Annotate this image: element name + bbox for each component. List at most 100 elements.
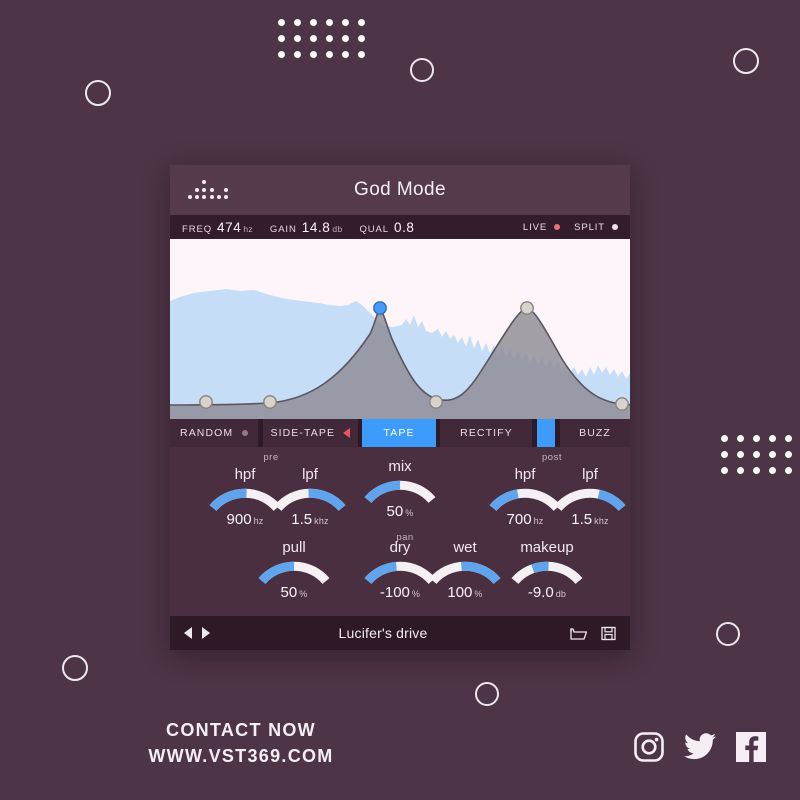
tab-rectify[interactable]: RECTIFY — [440, 419, 533, 447]
social-icons — [634, 732, 766, 762]
eq-node[interactable] — [199, 395, 213, 409]
knob-mix[interactable]: mix 50% — [363, 459, 437, 521]
knob-pre-hpf-label: hpf — [234, 466, 256, 483]
deco-circle-6 — [716, 622, 740, 646]
parameter-readout-bar: FREQ 474 hz GAIN 14.8 db QUAL 0.8 LIVE S… — [170, 215, 630, 239]
knob-pull-arc[interactable] — [257, 558, 331, 584]
knob-pull-unit: % — [299, 589, 308, 599]
knob-makeup-value: -9.0 — [527, 584, 554, 601]
deco-circle-3 — [733, 48, 759, 74]
status-split-label: SPLIT — [574, 221, 605, 233]
deco-circle-2 — [410, 58, 434, 82]
eq-node[interactable] — [429, 395, 443, 409]
knob-pre-lpf-arc[interactable] — [273, 485, 347, 511]
readout-freq-label: FREQ — [182, 223, 212, 235]
readout-gain-value: 14.8 — [301, 219, 331, 235]
tab-indicator-sliver[interactable] — [537, 419, 556, 447]
status-split[interactable]: SPLIT — [574, 222, 618, 233]
knob-post-lpf-label: lpf — [582, 466, 598, 483]
status-live-dot — [554, 224, 561, 230]
knob-makeup[interactable]: makeup -9.0 db — [510, 540, 584, 602]
deco-circle-4 — [62, 655, 88, 681]
knob-dry-value: -100 — [379, 584, 410, 601]
knob-mix-label: mix — [388, 458, 412, 475]
poster-canvas: God Mode FREQ 474 hz GAIN 14.8 db QUAL 0… — [0, 0, 800, 800]
eq-node[interactable] — [520, 301, 534, 315]
knob-pre-lpf-unit: khz — [314, 516, 329, 526]
tab-random[interactable]: RANDOM — [170, 419, 259, 447]
readout-freq-unit: hz — [243, 223, 253, 234]
deco-circle-5 — [475, 682, 499, 706]
dot-pyramid-logo-icon — [188, 178, 234, 202]
tab-label: RANDOM — [180, 427, 234, 439]
facebook-icon[interactable] — [736, 732, 766, 762]
knob-post-hpf-arc[interactable] — [488, 485, 562, 511]
tab-status-dot-icon — [242, 430, 249, 436]
readout-qual-value: 0.8 — [393, 219, 415, 235]
instagram-icon[interactable] — [634, 732, 664, 762]
knob-pre-hpf-value-row: 900 hz — [208, 512, 282, 529]
readout-gain[interactable]: GAIN 14.8 db — [270, 220, 343, 235]
knob-makeup-value-row: -9.0 db — [510, 585, 584, 602]
knob-dry[interactable]: dry -100% — [363, 540, 437, 602]
tab-buzz[interactable]: BUZZ — [560, 419, 630, 447]
knob-pre-hpf-unit: hz — [253, 516, 264, 526]
knob-pre-lpf[interactable]: lpf 1.5 khz — [273, 467, 347, 529]
knob-makeup-unit: db — [555, 589, 567, 599]
tab-tape[interactable]: TAPE — [362, 419, 436, 447]
knob-wet-label: wet — [453, 539, 477, 556]
knob-post-hpf-label: hpf — [514, 466, 536, 483]
group-pre-label: pre — [263, 452, 279, 463]
tab-label: BUZZ — [579, 427, 611, 439]
knob-mix-arc[interactable] — [363, 477, 437, 503]
knob-pull-value-row: 50% — [257, 585, 331, 602]
folder-open-icon[interactable] — [570, 626, 587, 641]
eq-node-active[interactable] — [373, 301, 387, 315]
knob-pull[interactable]: pull 50% — [257, 540, 331, 602]
knob-makeup-arc[interactable] — [510, 558, 584, 584]
knob-wet[interactable]: wet 100% — [428, 540, 502, 602]
knob-post-hpf[interactable]: hpf 700 hz — [488, 467, 562, 529]
group-post-label: post — [542, 452, 562, 463]
knob-pre-lpf-label: lpf — [302, 466, 318, 483]
eq-node[interactable] — [615, 397, 629, 411]
save-disk-icon[interactable] — [601, 626, 616, 641]
knob-wet-value: 100 — [447, 584, 473, 601]
status-split-dot — [612, 224, 618, 230]
knob-dry-value-row: -100% — [363, 585, 437, 602]
next-preset-button[interactable] — [202, 627, 210, 639]
plugin-title: God Mode — [354, 179, 446, 200]
knob-dry-arc[interactable] — [363, 558, 437, 584]
tab-label: TAPE — [383, 427, 415, 439]
knob-pre-hpf[interactable]: hpf 900 hz — [208, 467, 282, 529]
status-live[interactable]: LIVE — [523, 222, 561, 233]
knob-post-lpf-value-row: 1.5 khz — [553, 512, 627, 529]
readout-freq[interactable]: FREQ 474 hz — [182, 220, 253, 235]
knob-pull-value: 50 — [280, 584, 298, 601]
knob-dry-label: dry — [389, 539, 411, 556]
knob-pre-hpf-arc[interactable] — [208, 485, 282, 511]
knob-post-lpf[interactable]: lpf 1.5 khz — [553, 467, 627, 529]
plugin-window: God Mode FREQ 474 hz GAIN 14.8 db QUAL 0… — [170, 165, 630, 650]
readout-gain-label: GAIN — [269, 223, 297, 235]
knob-post-lpf-unit: khz — [594, 516, 609, 526]
prev-preset-button[interactable] — [184, 627, 192, 639]
knob-pre-lpf-value-row: 1.5 khz — [273, 512, 347, 529]
promo-line2: WWW.VST369.COM — [148, 746, 334, 766]
preset-name[interactable]: Lucifer's drive — [210, 625, 556, 641]
knob-mix-unit: % — [405, 508, 414, 518]
tab-side-tape[interactable]: SIDE-TAPE — [262, 419, 358, 447]
spectrum-analyzer-display[interactable] — [170, 239, 630, 419]
tab-label: SIDE-TAPE — [270, 427, 336, 439]
eq-node[interactable] — [263, 395, 277, 409]
knob-post-lpf-arc[interactable] — [553, 485, 627, 511]
twitter-icon[interactable] — [684, 733, 716, 761]
knob-post-lpf-value: 1.5 — [571, 511, 593, 528]
knob-panel: pre post pan hpf 900 hz lpf 1.5 khz mix 50% hpf 7… — [170, 447, 630, 619]
knob-post-hpf-value-row: 700 hz — [488, 512, 562, 529]
knob-mix-value-row: 50% — [363, 504, 437, 521]
knob-wet-arc[interactable] — [428, 558, 502, 584]
knob-post-hpf-value: 700 — [506, 511, 532, 528]
effect-tab-strip[interactable]: RANDOM SIDE-TAPE TAPE RECTIFY BUZZ — [170, 419, 630, 447]
readout-qual[interactable]: QUAL 0.8 — [359, 220, 416, 235]
